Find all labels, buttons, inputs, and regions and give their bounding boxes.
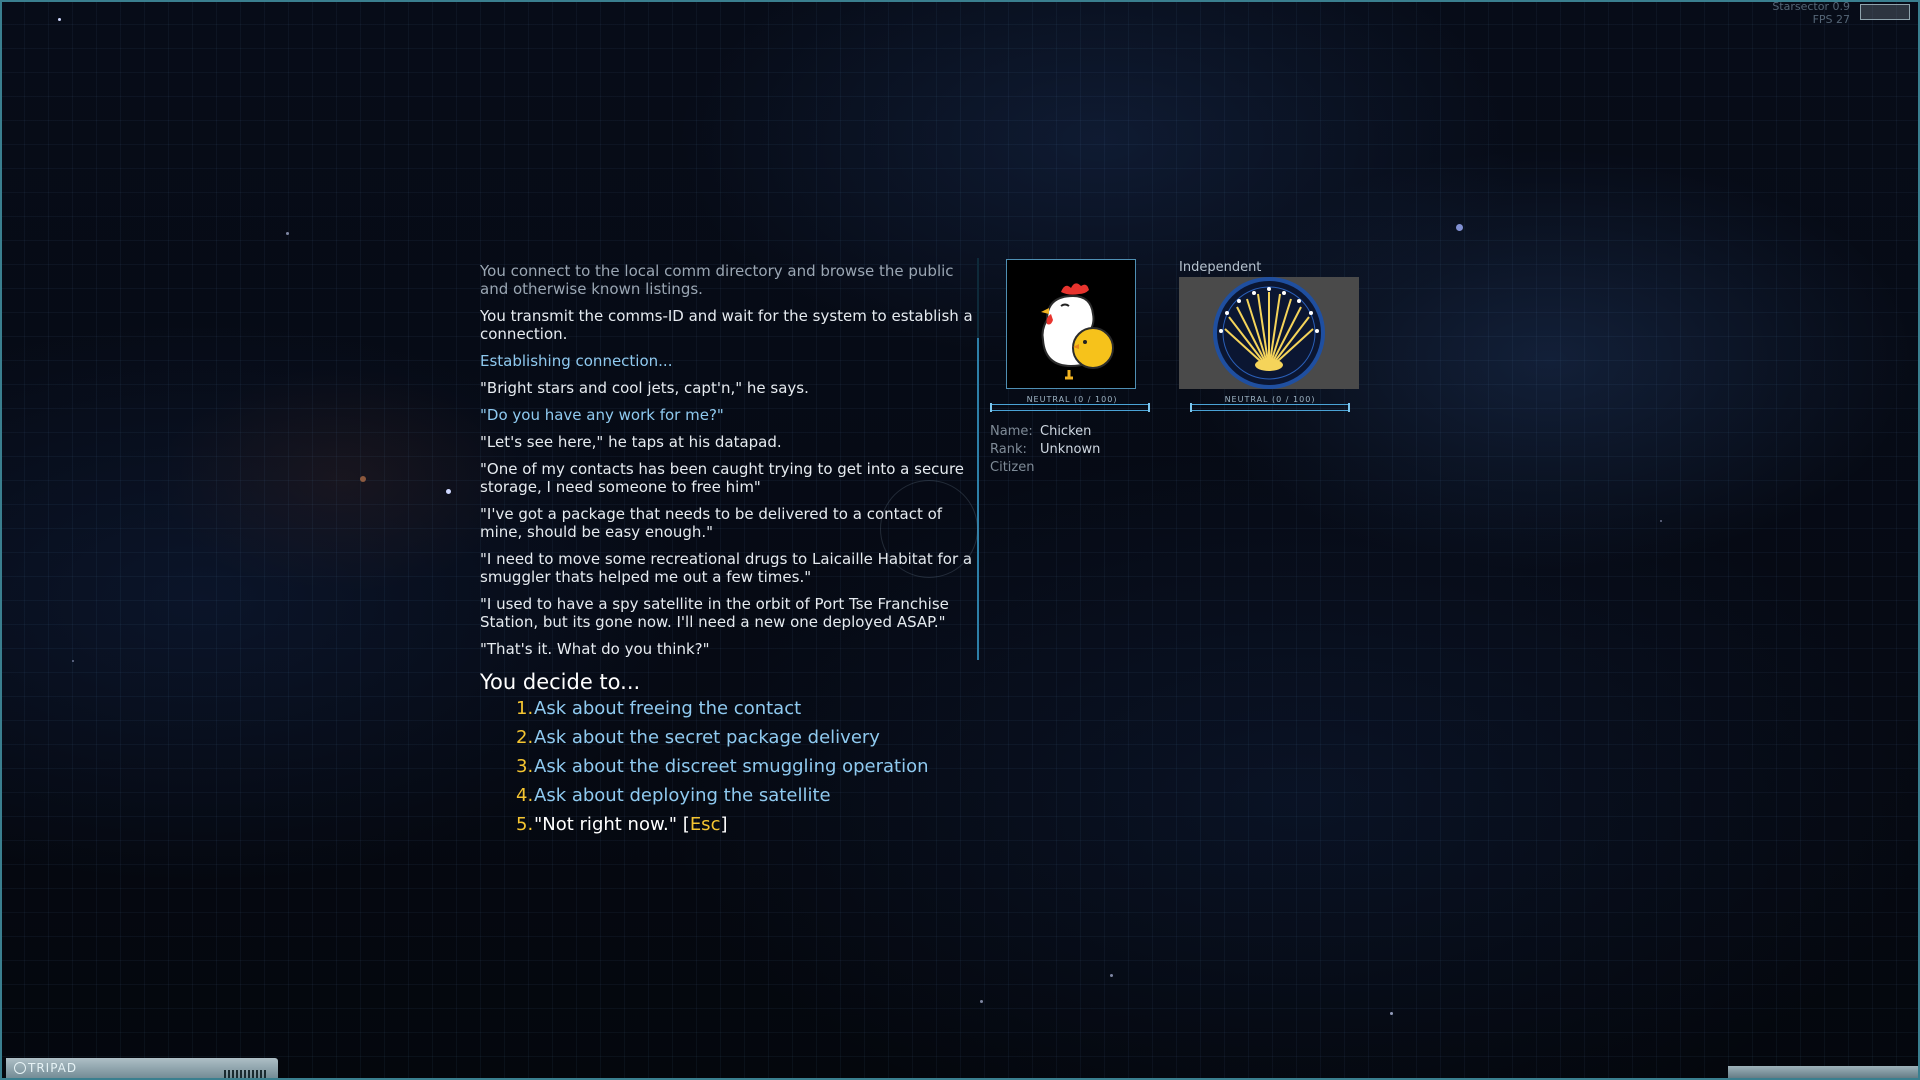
hotkey-bracket-close: ] bbox=[720, 814, 728, 835]
bar-cap-right bbox=[1148, 403, 1150, 412]
star bbox=[286, 232, 289, 235]
option-2[interactable]: 2.Ask about the secret package delivery bbox=[516, 727, 929, 756]
log-line: "Bright stars and cool jets, capt'n," he… bbox=[480, 379, 809, 397]
bar-cap-left bbox=[1190, 403, 1192, 412]
log-line: "Do you have any work for me?" bbox=[480, 406, 724, 424]
star bbox=[1456, 224, 1463, 231]
tick-marks bbox=[224, 1070, 268, 1078]
star bbox=[980, 1000, 983, 1003]
option-text: Ask about deploying the satellite bbox=[534, 785, 831, 806]
rank-key: Rank: bbox=[990, 442, 1027, 457]
contact-reputation-bar bbox=[990, 403, 1150, 412]
star bbox=[446, 489, 451, 494]
faction-name: Independent bbox=[1179, 260, 1262, 275]
fps-text: FPS 27 bbox=[1812, 13, 1850, 26]
faction-reputation-bar bbox=[1190, 403, 1350, 412]
star bbox=[72, 660, 74, 662]
option-number: 4. bbox=[516, 785, 534, 806]
independent-sunburst-icon bbox=[1213, 277, 1325, 389]
contact-info: Name: Chicken Rank: Unknown Citizen bbox=[990, 423, 1100, 477]
tripad-icon bbox=[14, 1062, 26, 1074]
faction-emblem[interactable] bbox=[1179, 277, 1359, 389]
chicken-portrait-icon bbox=[1007, 260, 1135, 388]
minimize-widget[interactable] bbox=[1860, 4, 1910, 20]
option-text: Ask about the secret package delivery bbox=[534, 727, 880, 748]
log-line: You transmit the comms-ID and wait for t… bbox=[480, 307, 973, 343]
option-text: "Not right now." bbox=[534, 814, 678, 835]
options-list: 1.Ask about freeing the contact 2.Ask abo… bbox=[516, 698, 929, 843]
options-title: You decide to... bbox=[480, 670, 641, 694]
rank-value: Unknown bbox=[1040, 442, 1101, 457]
tripad-bar[interactable]: TRIPAD bbox=[6, 1058, 278, 1080]
log-line: You connect to the local comm directory … bbox=[480, 262, 954, 298]
bottom-right-bar[interactable] bbox=[1728, 1066, 1918, 1080]
option-text: Ask about the discreet smuggling operati… bbox=[534, 756, 929, 777]
star bbox=[1660, 520, 1662, 522]
name-key: Name: bbox=[990, 424, 1033, 439]
log-line: "I used to have a spy satellite in the o… bbox=[480, 595, 949, 631]
option-4[interactable]: 4.Ask about deploying the satellite bbox=[516, 785, 929, 814]
log-line: "That's it. What do you think?" bbox=[480, 640, 710, 658]
scrollbar-track[interactable] bbox=[977, 258, 979, 338]
star bbox=[1390, 1012, 1393, 1015]
option-number: 3. bbox=[516, 756, 534, 777]
faction-reputation-label: NEUTRAL (0 / 100) bbox=[1224, 395, 1316, 404]
bar-cap-right bbox=[1348, 403, 1350, 412]
star bbox=[360, 476, 366, 482]
bar-cap-left bbox=[990, 403, 992, 412]
option-3[interactable]: 3.Ask about the discreet smuggling opera… bbox=[516, 756, 929, 785]
star bbox=[1110, 974, 1113, 977]
option-text: Ask about freeing the contact bbox=[534, 698, 802, 719]
tripad-label: TRIPAD bbox=[28, 1061, 78, 1075]
star bbox=[58, 18, 61, 21]
hotkey-esc: Esc bbox=[689, 814, 721, 835]
debug-readout: Starsector 0.9 FPS 27 bbox=[1772, 0, 1850, 26]
option-number: 2. bbox=[516, 727, 534, 748]
option-leave[interactable]: 5."Not right now." [Esc] bbox=[516, 814, 929, 843]
hotkey-bracket-open: [ bbox=[682, 814, 690, 835]
post-value: Citizen bbox=[990, 460, 1035, 475]
contact-reputation-label: NEUTRAL (0 / 100) bbox=[1026, 395, 1118, 404]
cursor-ring bbox=[880, 480, 978, 578]
version-text: Starsector 0.9 bbox=[1772, 0, 1850, 13]
dialog-log: You connect to the local comm directory … bbox=[480, 262, 980, 667]
option-number: 5. bbox=[516, 814, 534, 835]
log-line: "Let's see here," he taps at his datapad… bbox=[480, 433, 782, 451]
option-number: 1. bbox=[516, 698, 534, 719]
name-value: Chicken bbox=[1040, 424, 1092, 439]
contact-portrait[interactable] bbox=[1006, 259, 1136, 389]
option-1[interactable]: 1.Ask about freeing the contact bbox=[516, 698, 929, 727]
log-line: Establishing connection... bbox=[480, 352, 673, 370]
